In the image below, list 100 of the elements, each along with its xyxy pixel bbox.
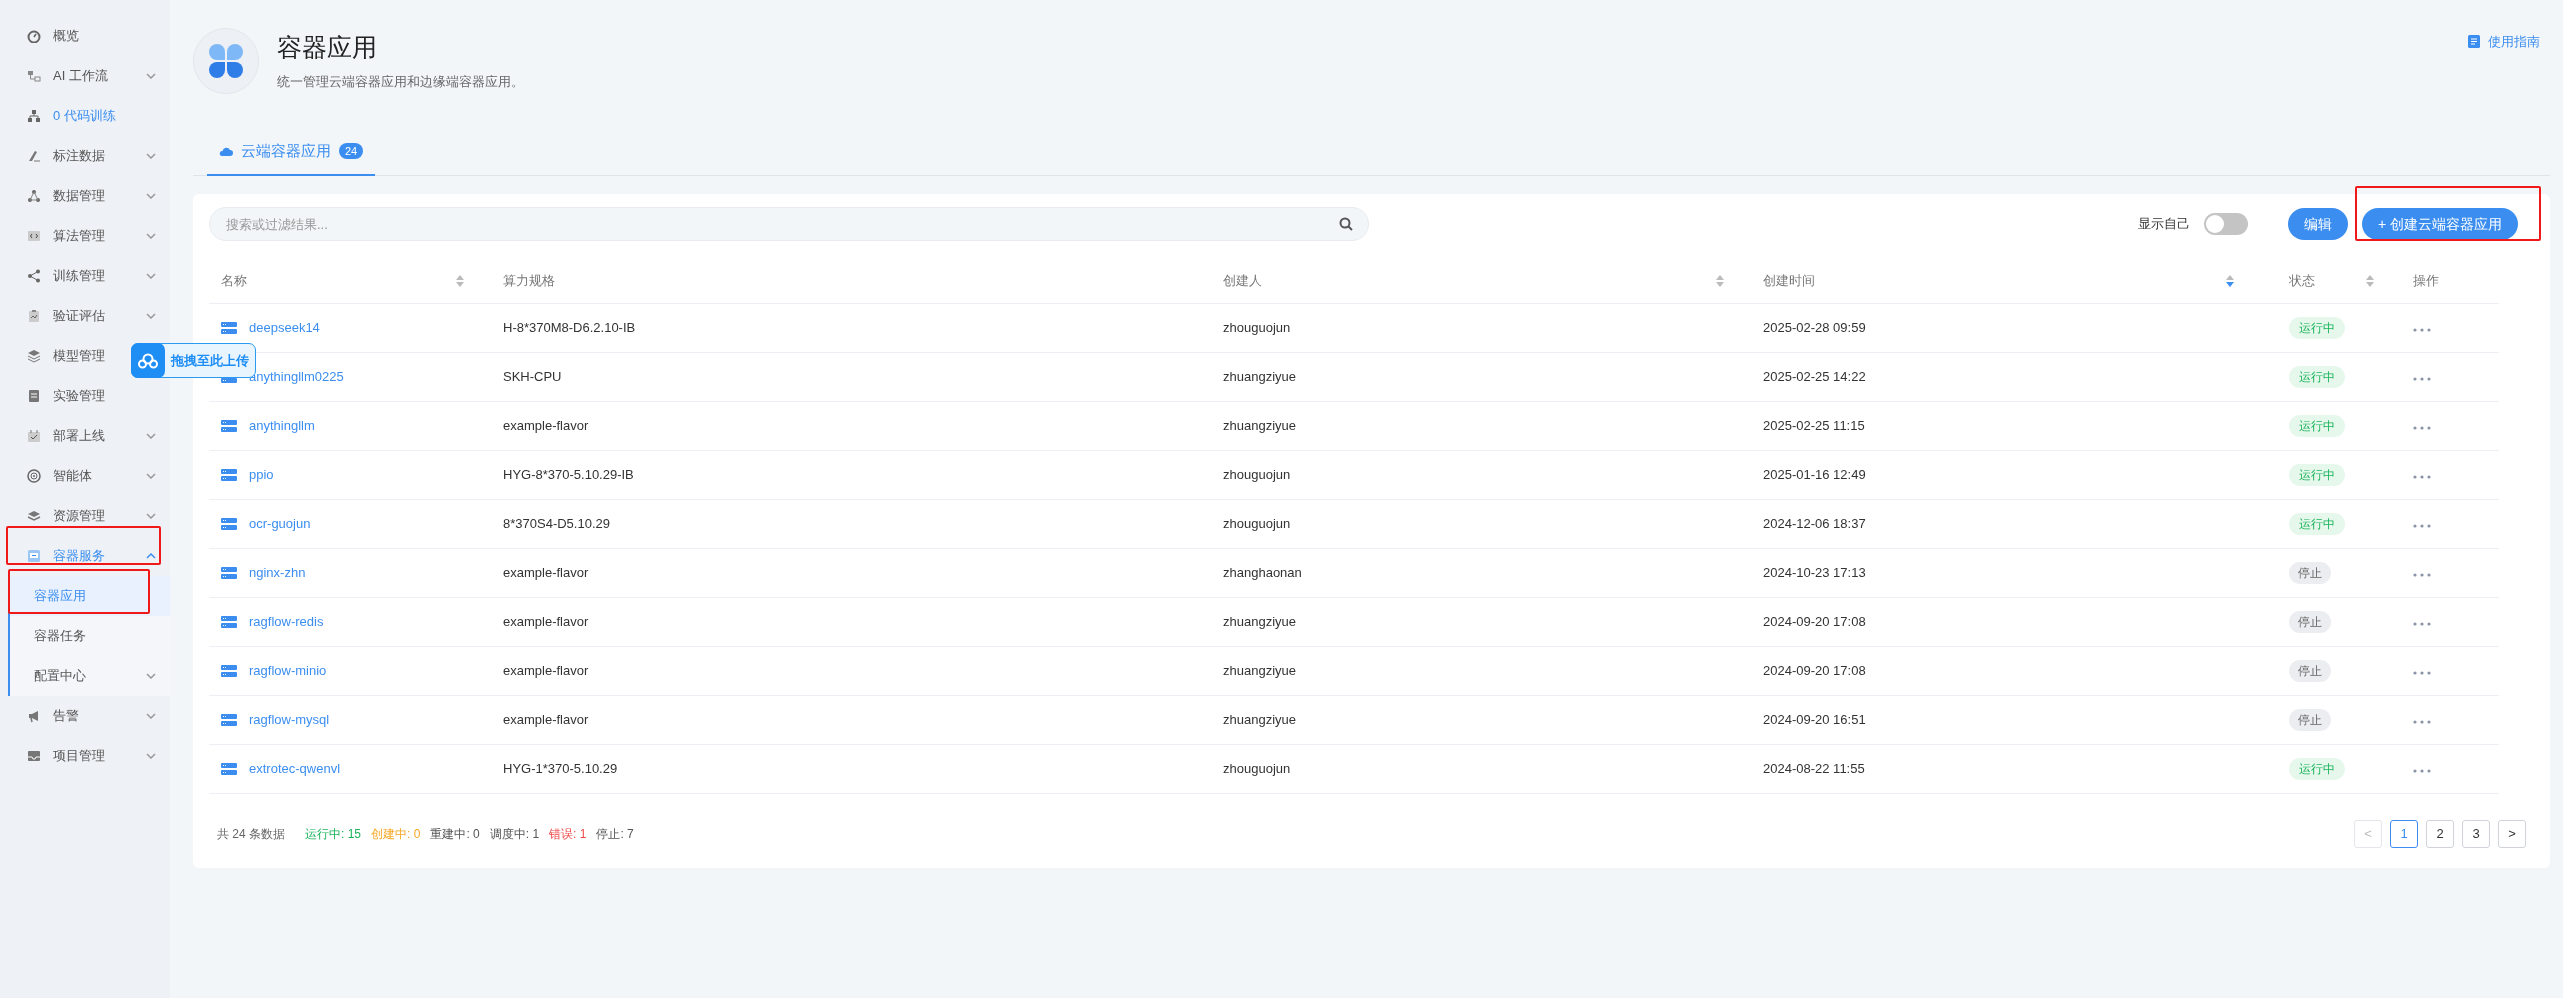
layers-icon: [27, 349, 41, 363]
status-badge: 停止: [2289, 611, 2331, 633]
page-button[interactable]: 3: [2462, 820, 2490, 848]
code-icon: [27, 229, 41, 243]
column-header[interactable]: 名称: [221, 270, 247, 291]
server-icon: [221, 469, 237, 481]
more-icon[interactable]: [2413, 377, 2431, 382]
sidebar-item[interactable]: 0 代码训练: [0, 96, 170, 136]
creator-cell: zhouguojun: [1223, 320, 1291, 336]
app-name-link[interactable]: nginx-zhn: [249, 563, 306, 583]
created-time-cell: 2024-12-06 18:37: [1763, 516, 1866, 532]
flavor-cell: example-flavor: [503, 614, 589, 630]
created-time-cell: 2024-08-22 11:55: [1763, 761, 1865, 777]
submenu-item[interactable]: 容器任务: [10, 616, 170, 656]
status-badge: 停止: [2289, 562, 2331, 584]
target-icon: [27, 469, 41, 483]
sidebar-item[interactable]: 数据管理: [0, 176, 170, 216]
sidebar-label: 算法管理: [53, 227, 105, 246]
toggle-label: 显示自己: [2137, 215, 2190, 234]
created-time-cell: 2024-09-20 17:08: [1763, 663, 1866, 679]
show-mine-toggle[interactable]: [2203, 213, 2248, 235]
sidebar-label: 训练管理: [53, 267, 105, 286]
more-icon[interactable]: [2413, 524, 2431, 529]
sidebar-label: 智能体: [53, 467, 92, 486]
created-time-cell: 2024-09-20 17:08: [1763, 614, 1866, 630]
sidebar-label: AI 工作流: [53, 67, 108, 86]
more-icon[interactable]: [2413, 426, 2431, 431]
tab[interactable]: 云端容器应用 24: [207, 128, 376, 176]
more-icon[interactable]: [2413, 622, 2431, 627]
creator-cell: zhuangziyue: [1223, 663, 1296, 679]
more-icon[interactable]: [2413, 328, 2431, 333]
app-name-link[interactable]: ocr-guojun: [249, 514, 311, 534]
submenu-item[interactable]: 容器应用: [10, 576, 170, 616]
sidebar-item[interactable]: 训练管理: [0, 256, 170, 296]
create-button[interactable]: + 创建云端容器应用: [2361, 208, 2518, 240]
sidebar-item[interactable]: AI 工作流: [0, 56, 170, 96]
submenu-label: 配置中心: [34, 667, 86, 686]
column-header[interactable]: 创建时间: [1763, 270, 1815, 291]
app-name-link[interactable]: ragflow-minio: [249, 661, 327, 681]
more-icon[interactable]: [2413, 769, 2431, 774]
sidebar-item[interactable]: 标注数据: [0, 136, 170, 176]
app-name-link[interactable]: ragflow-mysql: [249, 710, 330, 730]
server-icon: [221, 567, 237, 579]
sort-icon[interactable]: [455, 273, 465, 288]
sidebar-label: 项目管理: [53, 747, 105, 766]
column-header[interactable]: 状态: [2289, 270, 2315, 291]
flavor-cell: example-flavor: [503, 565, 589, 581]
sidebar-item[interactable]: 容器服务: [0, 536, 170, 576]
sidebar-label: 容器服务: [53, 547, 105, 566]
sidebar-label: 资源管理: [53, 507, 105, 526]
sort-icon[interactable]: [1715, 273, 1725, 288]
page-button[interactable]: 1: [2390, 820, 2418, 848]
app-name-link[interactable]: ppio: [249, 465, 274, 485]
more-icon[interactable]: [2413, 720, 2431, 725]
creator-cell: zhanghaonan: [1223, 565, 1302, 581]
share-icon: [27, 269, 41, 283]
guide-link[interactable]: 使用指南: [2488, 32, 2540, 52]
gauge-icon: [27, 29, 41, 43]
sort-icon[interactable]: [2365, 273, 2375, 288]
sidebar-item[interactable]: 项目管理: [0, 736, 170, 776]
nodes-icon: [27, 189, 41, 203]
more-icon[interactable]: [2413, 671, 2431, 676]
search-field[interactable]: 搜索或过滤结果...: [209, 207, 1369, 241]
status-badge: 运行中: [2289, 415, 2345, 437]
status-count: 调度中: 1: [489, 826, 540, 843]
sidebar-item[interactable]: 告警: [0, 696, 170, 736]
next-page-button[interactable]: >: [2498, 820, 2526, 848]
edit-button[interactable]: 编辑: [2287, 208, 2348, 240]
server-icon: [221, 714, 237, 726]
app-name-link[interactable]: extrotec-qwenvl: [249, 759, 341, 779]
sidebar-item[interactable]: 实验管理: [0, 376, 170, 416]
submenu-label: 容器任务: [34, 627, 86, 646]
app-name-link[interactable]: deepseek14: [249, 318, 320, 338]
sidebar-item[interactable]: 算法管理: [0, 216, 170, 256]
creator-cell: zhuangziyue: [1223, 369, 1296, 385]
sidebar-item[interactable]: 概览: [0, 16, 170, 56]
column-header[interactable]: 创建人: [1223, 270, 1262, 291]
sort-icon[interactable]: [2225, 273, 2235, 288]
sidebar-label: 模型管理: [53, 347, 105, 366]
sidebar-label: 概览: [53, 27, 79, 46]
sidebar-item[interactable]: 部署上线: [0, 416, 170, 456]
sidebar-label: 数据管理: [53, 187, 105, 206]
cloud-icon: [219, 145, 233, 157]
submenu-label: 容器应用: [34, 587, 86, 606]
document-icon: [27, 389, 41, 403]
submenu-item[interactable]: 配置中心: [10, 656, 170, 696]
sidebar-item[interactable]: 智能体: [0, 456, 170, 496]
creator-cell: zhuangziyue: [1223, 614, 1296, 630]
app-name-link[interactable]: ragflow-redis: [249, 612, 324, 632]
sidebar-item[interactable]: 资源管理: [0, 496, 170, 536]
container-icon: [27, 549, 41, 563]
sidebar-label: 部署上线: [53, 427, 105, 446]
sidebar-item[interactable]: 验证评估: [0, 296, 170, 336]
server-icon: [221, 665, 237, 677]
clipboard-icon: [27, 309, 41, 323]
more-icon[interactable]: [2413, 573, 2431, 578]
page-button[interactable]: 2: [2426, 820, 2454, 848]
app-name-link[interactable]: anythingllm: [249, 416, 315, 436]
created-time-cell: 2024-09-20 16:51: [1763, 712, 1866, 728]
more-icon[interactable]: [2413, 475, 2431, 480]
